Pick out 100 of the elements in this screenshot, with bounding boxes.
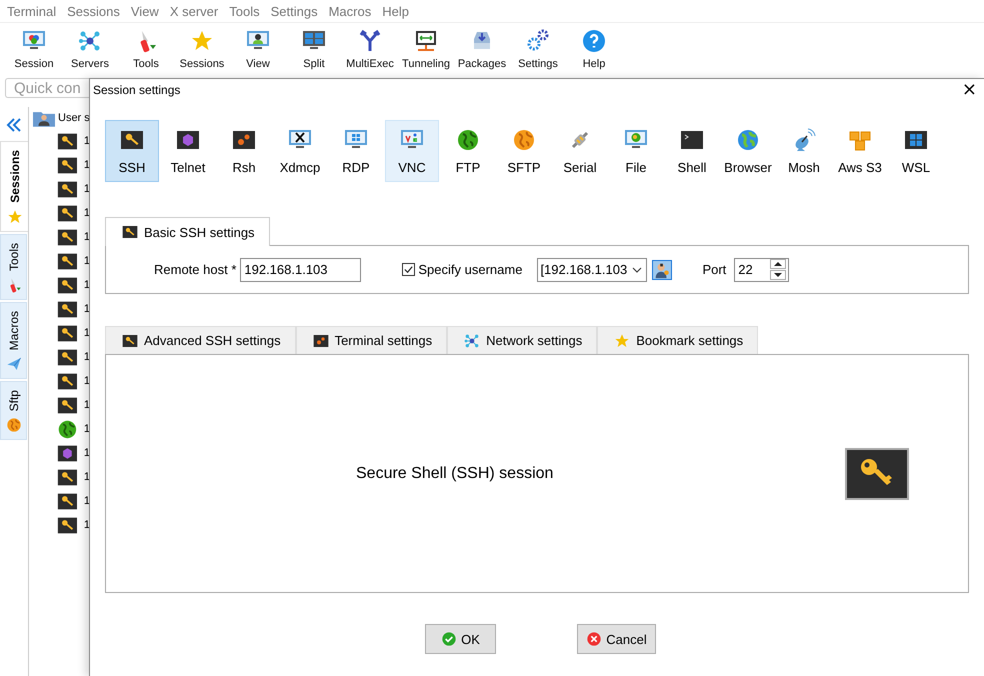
session-label[interactable]: 1	[84, 399, 90, 411]
session-label[interactable]: 1	[84, 231, 90, 243]
session-description: Secure Shell (SSH) session	[356, 464, 554, 482]
gem-icon	[57, 442, 78, 464]
globe-icon	[456, 128, 480, 152]
globe-icon	[57, 418, 78, 440]
specify-username-label: Specify username	[418, 262, 522, 277]
session-type-button[interactable]: Telnet	[161, 120, 215, 182]
check-icon	[441, 631, 458, 647]
toolbar-button[interactable]: Help	[566, 23, 622, 75]
username-dropdown[interactable]: [192.168.1.103	[537, 258, 648, 282]
settings-tab[interactable]: Bookmark settings	[597, 326, 758, 354]
key-icon	[57, 130, 78, 152]
toolbar-button[interactable]: Session	[6, 23, 62, 75]
toolbar-button[interactable]: Tunneling	[398, 23, 454, 75]
key-icon	[57, 514, 78, 536]
session-label[interactable]: 1	[84, 471, 90, 483]
session-label[interactable]: 1	[84, 207, 90, 219]
session-label[interactable]: 1	[84, 303, 90, 315]
toolbar-button[interactable]: View	[230, 23, 286, 75]
session-type-button[interactable]: RDP	[329, 120, 383, 182]
menu-item[interactable]: Macros	[324, 4, 378, 18]
session-type-button[interactable]: SFTP	[497, 120, 551, 182]
key-icon	[57, 154, 78, 176]
key-icon	[57, 298, 78, 320]
session-type-button[interactable]: Rsh	[217, 120, 271, 182]
session-label[interactable]: 1	[84, 351, 90, 363]
settings-tab[interactable]: Advanced SSH settings	[105, 326, 296, 354]
session-type-button[interactable]: Xdmcp	[273, 120, 327, 182]
remote-host-field[interactable]: 192.168.1.103	[240, 258, 362, 282]
session-label[interactable]: 1	[84, 255, 90, 267]
ok-button[interactable]: OK	[425, 624, 496, 654]
session-label[interactable]: 1	[84, 375, 90, 387]
session-label[interactable]: 1	[84, 519, 90, 531]
port-label: Port	[702, 262, 726, 277]
session-type-button[interactable]: Serial	[553, 120, 607, 182]
user-folder-icon	[33, 110, 55, 126]
network-icon	[464, 332, 480, 348]
fork-icon	[358, 28, 382, 52]
remote-host-label: Remote host *	[154, 262, 236, 277]
globe-icon	[736, 128, 760, 152]
session-type-button[interactable]: VNC	[385, 120, 439, 182]
port-spinner[interactable]: 22	[734, 258, 790, 282]
session-type-button[interactable]: Aws S3	[833, 120, 887, 182]
specify-username-checkbox[interactable]	[402, 263, 416, 276]
menu-item[interactable]: Terminal	[2, 4, 62, 18]
globe-icon	[512, 128, 536, 152]
toolbar-button[interactable]: Packages	[454, 23, 510, 75]
collapse-icon[interactable]	[6, 117, 22, 133]
dialog-title: Session settings	[93, 83, 180, 97]
key-icon	[122, 332, 138, 348]
session-label[interactable]: 1	[84, 279, 90, 291]
paper-plane-icon	[6, 356, 22, 372]
session-label[interactable]: 1	[84, 183, 90, 195]
key-icon	[845, 448, 909, 500]
session-label[interactable]: 1	[84, 447, 90, 459]
globe-icon	[6, 417, 22, 434]
folder-label[interactable]: User s	[58, 112, 90, 124]
user-manager-button[interactable]	[652, 260, 672, 280]
toolbar-button[interactable]: Split	[286, 23, 342, 75]
menu-item[interactable]: X server	[164, 4, 224, 18]
session-label[interactable]: 1	[84, 495, 90, 507]
session-type-button[interactable]: Shell	[665, 120, 719, 182]
network-icon	[78, 28, 102, 52]
key-icon	[122, 224, 138, 240]
cancel-button[interactable]: Cancel	[577, 624, 656, 654]
star-icon	[614, 332, 630, 348]
key-icon	[57, 202, 78, 224]
key-icon	[57, 178, 78, 200]
session-type-button[interactable]: FTP	[441, 120, 495, 182]
key-icon	[57, 466, 78, 488]
menu-item[interactable]: Sessions	[62, 4, 126, 18]
session-label[interactable]: 1	[84, 135, 90, 147]
close-button[interactable]: ×	[954, 80, 984, 100]
toolbar-button[interactable]: Servers	[62, 23, 118, 75]
settings-tab[interactable]: Terminal settings	[296, 326, 448, 354]
menu-item[interactable]: Help	[377, 4, 415, 18]
menu-item[interactable]: Settings	[266, 4, 324, 18]
settings-tab[interactable]: Basic SSH settings	[105, 217, 270, 246]
session-type-button[interactable]: SSH	[105, 120, 159, 182]
toolbar-button[interactable]: Settings	[510, 23, 566, 75]
side-tab[interactable]: Macros	[0, 302, 27, 380]
side-tab[interactable]: Sessions	[0, 141, 29, 232]
side-tab[interactable]: Tools	[0, 234, 27, 300]
menu-item[interactable]: View	[126, 4, 165, 18]
key-icon	[57, 370, 78, 392]
session-type-button[interactable]: Browser	[721, 120, 775, 182]
side-tab[interactable]: Sftp	[0, 381, 27, 440]
toolbar-button[interactable]: MultiExec	[342, 23, 398, 75]
session-type-button[interactable]: Mosh	[777, 120, 831, 182]
session-type-button[interactable]: WSL	[889, 120, 943, 182]
session-type-button[interactable]: File	[609, 120, 663, 182]
menu-item[interactable]: Tools	[224, 4, 266, 18]
toolbar-button[interactable]: Tools	[118, 23, 174, 75]
settings-tab[interactable]: Network settings	[447, 326, 598, 354]
session-label[interactable]: 1	[84, 423, 90, 435]
session-label[interactable]: 1	[84, 327, 90, 339]
toolbar-button[interactable]: Sessions	[174, 23, 230, 75]
quick-connect-field[interactable]: Quick con	[5, 78, 89, 98]
session-label[interactable]: 1	[84, 159, 90, 171]
